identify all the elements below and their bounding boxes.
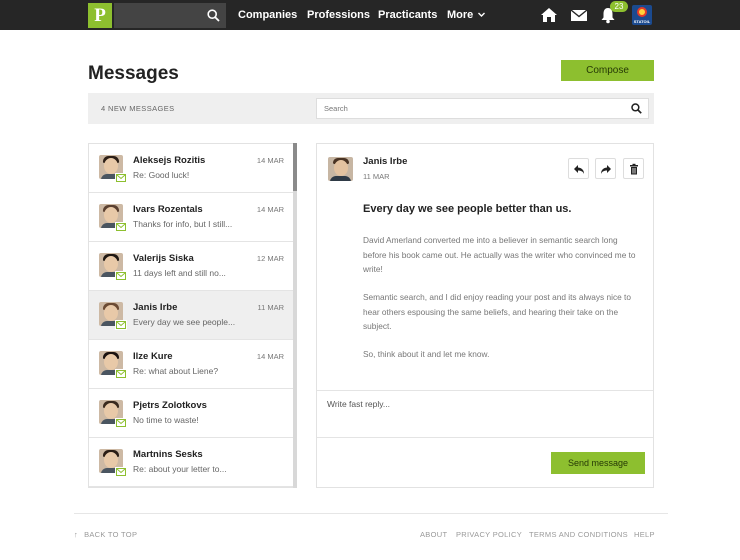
inbox-item-name: Aleksejs Rozitis: [133, 155, 206, 166]
chevron-down-icon: [478, 12, 486, 17]
inbox-item-name: Pjetrs Zolotkovs: [133, 400, 207, 411]
inbox-item-name: Janis Irbe: [133, 302, 178, 313]
inbox-item-name: Valerijs Siska: [133, 253, 194, 264]
compose-button[interactable]: Compose: [561, 60, 654, 81]
avatar-logo-mark: [637, 7, 647, 17]
forward-button[interactable]: [595, 158, 616, 179]
footer-link-help[interactable]: HELP: [634, 530, 655, 539]
messages-search-input[interactable]: Search: [316, 98, 649, 119]
inbox-item-preview: Re: Good luck!: [133, 170, 190, 180]
message-paragraph: Semantic search, and I did enjoy reading…: [363, 292, 631, 331]
inbox-item-preview: Every day we see people...: [133, 317, 236, 327]
mail-icon[interactable]: [570, 7, 588, 25]
notification-count-badge: 23: [610, 1, 628, 12]
scrollbar-thumb[interactable]: [293, 143, 297, 191]
footer-link-about[interactable]: ABOUT: [420, 530, 447, 539]
message-paragraph: So, think about it and let me know.: [363, 349, 490, 359]
inbox-item[interactable]: Ilze Kure 14 MAR Re: what about Liene?: [89, 340, 294, 389]
envelope-icon: [115, 467, 127, 477]
back-to-top-label: BACK TO TOP: [84, 530, 138, 539]
inbox-item-name: Ilze Kure: [133, 351, 173, 362]
inbox-item-date: 14 MAR: [256, 352, 284, 361]
inbox-item-date: 14 MAR: [256, 205, 284, 214]
nav-companies[interactable]: Companies: [238, 0, 297, 30]
nav-practicants[interactable]: Practicants: [378, 0, 437, 30]
sender-name[interactable]: Janis Irbe: [363, 156, 407, 167]
reply-icon: [574, 165, 584, 174]
envelope-icon: [115, 320, 127, 330]
inbox-item-name: Martnins Sesks: [133, 449, 203, 460]
new-messages-count: 4 NEW MESSAGES: [101, 104, 175, 113]
back-to-top-link[interactable]: ↑ BACK TO TOP: [74, 530, 137, 539]
envelope-icon: [115, 173, 127, 183]
inbox-item[interactable]: Aleksejs Rozitis 14 MAR Re: Good luck!: [89, 144, 294, 193]
inbox-item[interactable]: Pjetrs Zolotkovs No time to waste!: [89, 389, 294, 438]
avatar-label: STATOIL: [633, 19, 651, 24]
envelope-icon: [115, 418, 127, 428]
nav-professions[interactable]: Professions: [307, 0, 370, 30]
sender-avatar: [328, 157, 353, 181]
envelope-icon: [115, 369, 127, 379]
inbox-item[interactable]: Valerijs Siska 12 MAR 11 days left and sti…: [89, 242, 294, 291]
inbox-item-date: 14 MAR: [256, 156, 284, 165]
footer-link-privacy[interactable]: PRIVACY POLICY: [456, 530, 522, 539]
message-paragraph: David Amerland converted me into a belie…: [363, 235, 636, 274]
messages-search-placeholder: Search: [324, 104, 348, 113]
inbox-item-preview: Re: what about Liene?: [133, 366, 219, 376]
inbox-item-preview: 11 days left and still no...: [133, 268, 226, 278]
page-title: Messages: [88, 63, 179, 84]
inbox-item-date: 11 MAR: [257, 303, 284, 312]
search-icon[interactable]: [207, 9, 220, 22]
envelope-icon: [115, 222, 127, 232]
arrow-up-icon: ↑: [74, 530, 79, 539]
user-avatar[interactable]: STATOIL: [632, 5, 652, 25]
forward-icon: [601, 165, 611, 174]
inbox-item-date: 12 MAR: [256, 254, 284, 263]
delete-button[interactable]: [623, 158, 644, 179]
inbox-item[interactable]: Martnins Sesks Re: about your letter to..…: [89, 438, 294, 487]
search-icon[interactable]: [631, 103, 642, 114]
inbox-scrollbar[interactable]: [293, 143, 297, 488]
nav-more-label: More: [447, 9, 474, 21]
message-subject: Every day we see people better than us.: [363, 203, 572, 215]
reply-button[interactable]: [568, 158, 589, 179]
logo[interactable]: P: [88, 3, 112, 28]
footer-link-terms[interactable]: TERMS AND CONDITIONS: [529, 530, 628, 539]
home-icon[interactable]: [540, 6, 558, 24]
inbox-item-preview: Re: about your letter to...: [133, 464, 227, 474]
inbox-item-name: Ivars Rozentals: [133, 204, 203, 215]
fast-reply-input[interactable]: Write fast reply...: [317, 390, 653, 438]
global-search-input[interactable]: [114, 3, 226, 28]
message-panel: Janis Irbe 11 MAR Every day we see peopl…: [316, 143, 654, 488]
top-nav: P Companies Professions Practicants More…: [0, 0, 740, 30]
inbox-item-preview: No time to waste!: [133, 415, 199, 425]
nav-more[interactable]: More: [447, 0, 486, 30]
messages-toolbar: 4 NEW MESSAGES Search: [88, 93, 654, 124]
send-message-button[interactable]: Send message: [551, 452, 645, 474]
inbox-item-preview: Thanks for info, but I still...: [133, 219, 233, 229]
message-date: 11 MAR: [363, 172, 390, 181]
inbox-item[interactable]: Ivars Rozentals 14 MAR Thanks for info, bu…: [89, 193, 294, 242]
envelope-icon: [115, 271, 127, 281]
fast-reply-placeholder: Write fast reply...: [327, 399, 390, 409]
footer-divider: [74, 513, 668, 514]
trash-icon: [630, 163, 638, 175]
inbox-item[interactable]: Janis Irbe 11 MAR Every day we see people.…: [89, 291, 294, 340]
inbox-list: Aleksejs Rozitis 14 MAR Re: Good luck! Ivar…: [88, 143, 297, 488]
